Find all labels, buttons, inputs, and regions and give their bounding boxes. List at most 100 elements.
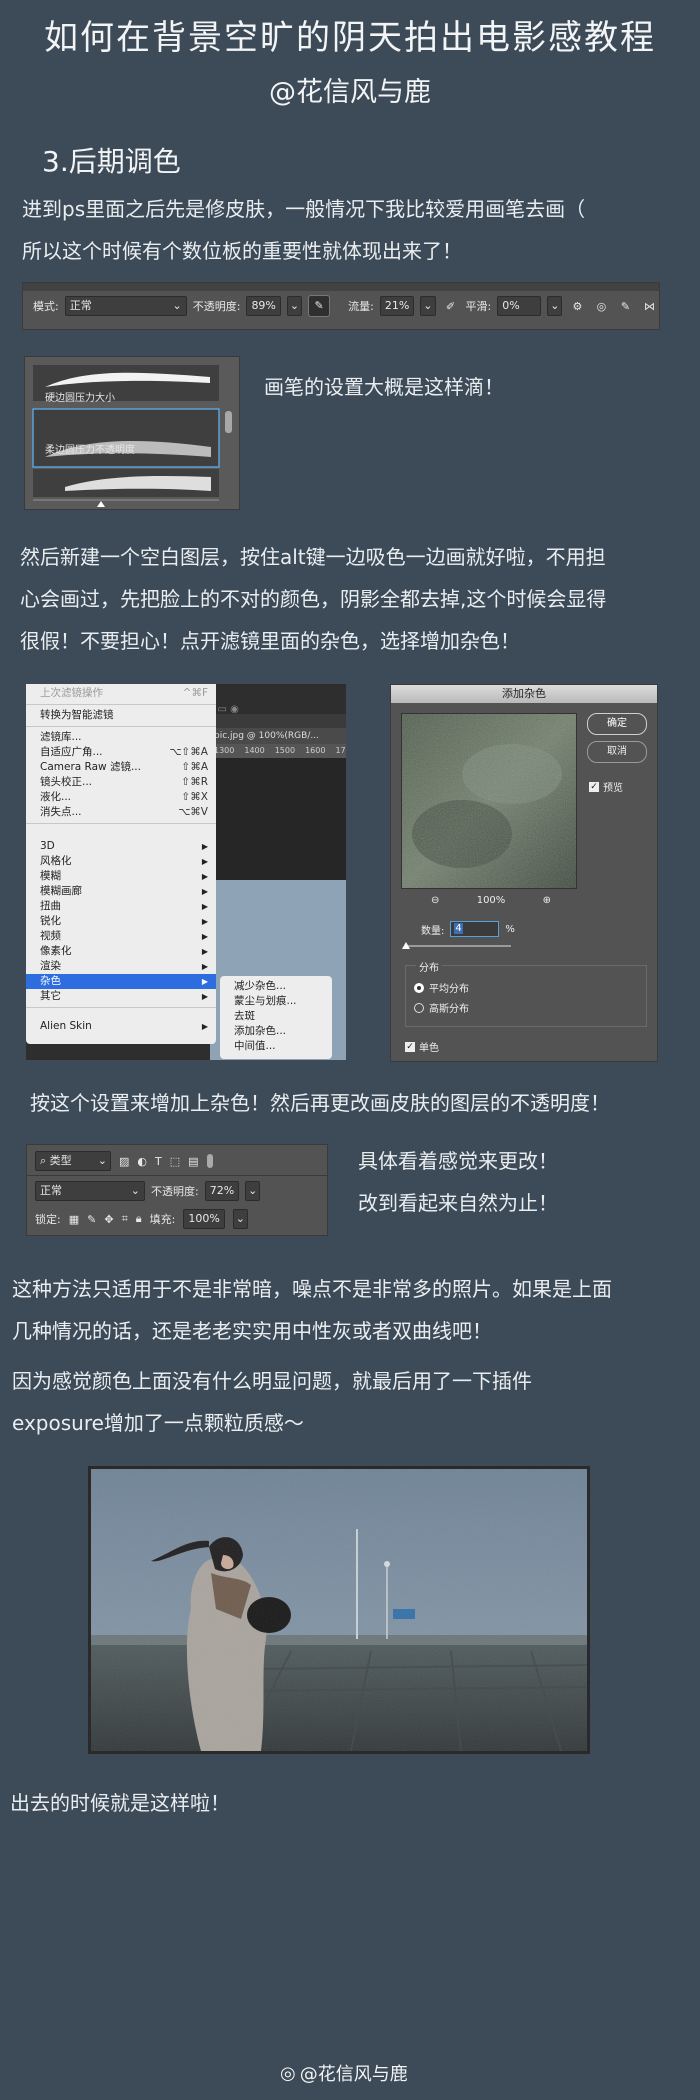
menu-item-alien-skin[interactable]: Alien Skin ▶ (26, 1019, 216, 1034)
filter-toggle[interactable] (206, 1154, 213, 1168)
zoom-out-icon[interactable]: ⊖ (431, 895, 439, 906)
ruler: 1300 1400 1500 1600 1700 (210, 744, 346, 758)
menu-item-lens-correction[interactable]: 镜头校正... ⇧⌘R (26, 775, 216, 790)
noise-preview[interactable] (401, 713, 577, 889)
lock-transparent-icon[interactable]: ▦ (69, 1213, 79, 1226)
ruler-tick: 1500 (274, 746, 296, 755)
menu-item-video[interactable]: 视频 ▶ (26, 929, 216, 944)
menu-item-blur[interactable]: 模糊 ▶ (26, 869, 216, 884)
menu-item-distort[interactable]: 扭曲 ▶ (26, 899, 216, 914)
document-tab[interactable]: pic.jpg @ 100%(RGB/... (210, 728, 346, 744)
amount-input[interactable]: 4 (450, 921, 500, 937)
airbrush-icon[interactable]: ✐ (442, 300, 460, 313)
layer-filter-select[interactable]: ⌕ 类型 ⌄ (35, 1151, 111, 1171)
menu-item-last-filter[interactable]: 上次滤镜操作 ^⌘F (26, 686, 216, 701)
menu-item-label: 蒙尘与划痕... (234, 995, 297, 1007)
chevron-right-icon: ▶ (201, 947, 208, 956)
shape-filter-icon[interactable]: ⬚ (170, 1155, 180, 1168)
amount-slider-track[interactable] (405, 945, 511, 947)
menu-item-3d[interactable]: 3D ▶ (26, 839, 216, 854)
fill-input[interactable]: 100% (183, 1209, 225, 1229)
menu-item-label: 锐化 (40, 915, 61, 927)
brush-options-bar: 模式: 正常 ⌄ 不透明度: 89% ⌄ ✎ 流量: 21% ⌄ ✐ 平滑: 0… (22, 282, 660, 330)
smoothing-value: 0% (502, 299, 520, 312)
distribution-label: 分布 (416, 959, 442, 974)
preset-label-soft-round[interactable]: 柔边圆压力不透明度 (45, 441, 135, 456)
menu-item-label: 去斑 (234, 1010, 255, 1022)
preview-checkbox[interactable]: ✓ 预览 (589, 779, 623, 794)
opacity-input[interactable]: 89% (246, 296, 281, 316)
ruler-tick: 1400 (244, 746, 265, 755)
menu-item-label: 像素化 (40, 945, 72, 957)
layer-opacity-dropdown[interactable]: ⌄ (245, 1181, 261, 1201)
radio-gaussian[interactable]: 高斯分布 (414, 1000, 469, 1015)
flow-input[interactable]: 21% (379, 296, 415, 316)
menu-item-other[interactable]: 其它 ▶ (26, 989, 216, 1004)
menu-item-adaptive-wide-angle[interactable]: 自适应广角... ⌥⇧⌘A (26, 745, 216, 760)
menu-item-smart-filter[interactable]: 转换为智能滤镜 (26, 708, 216, 723)
paragraph-line: 很假！不要担心！点开滤镜里面的杂色，选择增加杂色！ (20, 629, 520, 653)
preset-label-hard-round[interactable]: 硬边圆压力大小 (45, 389, 115, 404)
lock-paint-icon[interactable]: ✎ (87, 1213, 96, 1226)
menu-item-pixelate[interactable]: 像素化 ▶ (26, 944, 216, 959)
fill-dropdown[interactable]: ⌄ (232, 1209, 249, 1229)
monochromatic-label: 单色 (419, 1043, 439, 1054)
amount-slider-handle[interactable] (402, 942, 410, 949)
dialog-title: 添加杂色 (391, 685, 657, 703)
menu-item-label: 其它 (40, 990, 61, 1002)
smoothing-dropdown[interactable]: ⌄ (547, 296, 563, 316)
blend-mode-select[interactable]: 正常 ⌄ (35, 1181, 145, 1201)
chevron-right-icon: ▶ (201, 887, 208, 896)
ok-button[interactable]: 确定 (587, 713, 647, 735)
menu-item-liquify[interactable]: 液化... ⇧⌘X (26, 790, 216, 805)
menu-item-blur-gallery[interactable]: 模糊画廊 ▶ (26, 884, 216, 899)
menu-item-filter-gallery[interactable]: 滤镜库... (26, 730, 216, 745)
menu-item-stylize[interactable]: 风格化 ▶ (26, 854, 216, 869)
adjustment-filter-icon[interactable]: ◐ (137, 1155, 147, 1168)
cancel-button[interactable]: 取消 (587, 741, 647, 763)
submenu-item-add-noise[interactable]: 添加杂色... (220, 1024, 332, 1039)
menu-item-vanishing-point[interactable]: 消失点... ⌥⌘V (26, 805, 216, 820)
type-filter-icon[interactable]: T (155, 1155, 162, 1168)
smart-object-filter-icon[interactable]: ▤ (188, 1155, 198, 1168)
amount-unit: % (505, 923, 515, 935)
layer-opacity-input[interactable]: 72% (204, 1181, 240, 1201)
monochromatic-checkbox[interactable]: ✓ 单色 (405, 1039, 439, 1054)
fill-label: 填充: (149, 1213, 176, 1226)
submenu-item-median[interactable]: 中间值... (220, 1039, 332, 1054)
lock-move-icon[interactable]: ✥ (104, 1213, 113, 1226)
menu-separator (26, 1007, 216, 1008)
lock-all-icon[interactable]: 🔒︎ (136, 1212, 142, 1226)
smoothing-input[interactable]: 0% (497, 296, 542, 316)
menu-item-render[interactable]: 渲染 ▶ (26, 959, 216, 974)
gear-icon[interactable]: ⚙ (568, 300, 586, 313)
amount-value: 4 (454, 923, 463, 934)
chevron-right-icon: ▶ (201, 977, 208, 986)
menu-item-noise[interactable]: 杂色 ▶ (26, 974, 216, 989)
flow-dropdown[interactable]: ⌄ (420, 296, 436, 316)
layer-note-line: 改到看起来自然为止！ (358, 1191, 558, 1215)
opacity-dropdown[interactable]: ⌄ (286, 296, 303, 316)
layer-note: 具体看着感觉来更改！ 改到看起来自然为止！ (358, 1140, 558, 1224)
pressure-opacity-icon[interactable]: ✎ (308, 295, 331, 317)
checkbox-checked-icon: ✓ (589, 781, 599, 792)
zoom-in-icon[interactable]: ⊕ (543, 895, 551, 906)
angle-icon[interactable]: ◎ (592, 300, 610, 313)
submenu-item-reduce-noise[interactable]: 减少杂色... (220, 979, 332, 994)
radio-uniform[interactable]: 平均分布 (414, 980, 469, 995)
lock-artboard-icon[interactable]: ⌗ (122, 1212, 128, 1226)
chevron-right-icon: ▶ (201, 842, 208, 851)
submenu-item-dust-scratches[interactable]: 蒙尘与划痕... (220, 994, 332, 1009)
menu-shortcut: ⌥⇧⌘A (169, 746, 208, 758)
menu-item-sharpen[interactable]: 锐化 ▶ (26, 914, 216, 929)
menu-item-camera-raw[interactable]: Camera Raw 滤镜... ⇧⌘A (26, 760, 216, 775)
paragraph-4: 因为感觉颜色上面没有什么明显问题，就最后用了一下插件 exposure增加了一点… (12, 1360, 698, 1444)
paragraph-line: 几种情况的话，还是老老实实用中性灰或者双曲线吧！ (12, 1319, 492, 1343)
submenu-item-despeckle[interactable]: 去斑 (220, 1009, 332, 1024)
mode-select[interactable]: 正常 ⌄ (64, 296, 187, 316)
pressure-size-icon[interactable]: ✎ (616, 300, 634, 313)
pixel-filter-icon[interactable]: ▨ (119, 1155, 129, 1168)
paragraph-line: 这种方法只适用于不是非常暗，噪点不是非常多的照片。如果是上面 (12, 1277, 612, 1301)
symmetry-icon[interactable]: ⋈ (640, 300, 658, 313)
checkbox-checked-icon: ✓ (405, 1041, 415, 1052)
